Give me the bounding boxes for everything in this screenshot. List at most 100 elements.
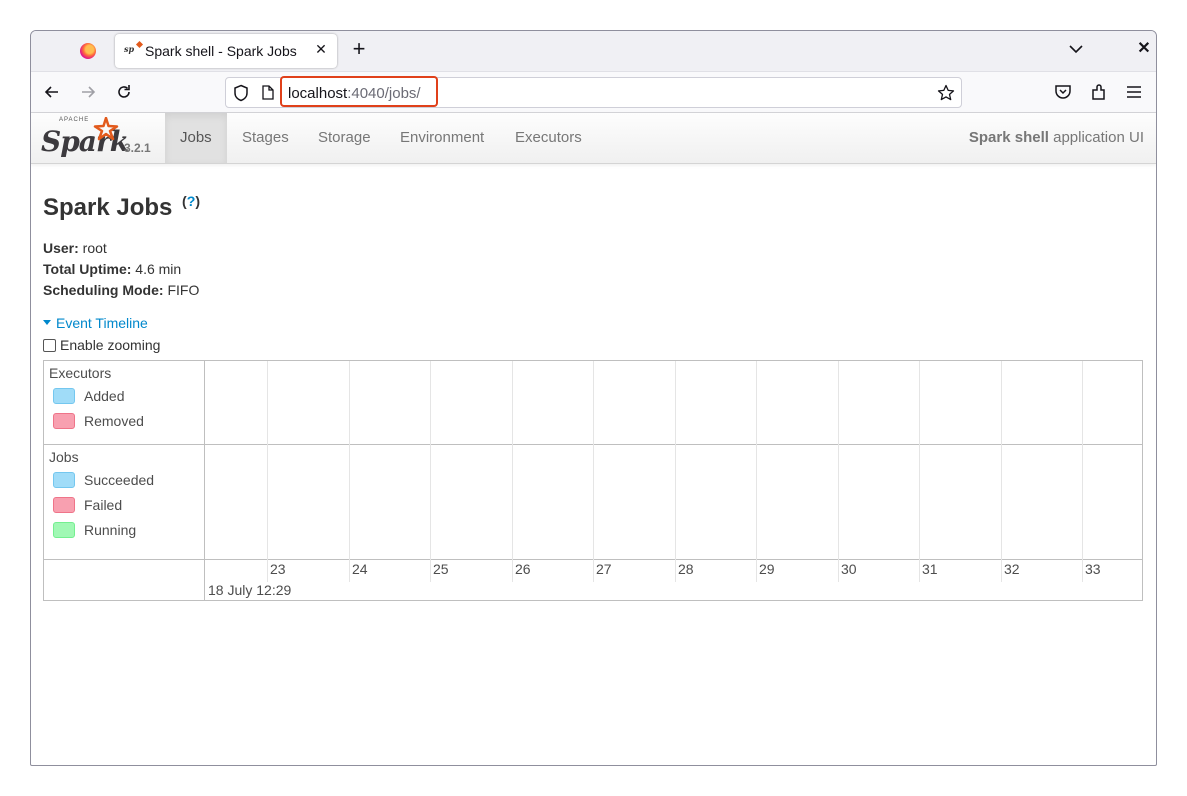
forward-arrow-icon[interactable] bbox=[78, 82, 98, 102]
legend-succeeded: Succeeded bbox=[53, 472, 154, 488]
running-swatch bbox=[53, 522, 75, 538]
spark-version: 3.2.1 bbox=[124, 141, 151, 155]
summary-label: Total Uptime: bbox=[43, 261, 132, 277]
summary-value: 4.6 min bbox=[131, 261, 182, 277]
enable-zooming-checkbox[interactable] bbox=[43, 339, 56, 352]
time-tick-label: 32 bbox=[1004, 561, 1020, 577]
spark-star-icon bbox=[93, 117, 119, 141]
page-icon[interactable] bbox=[262, 85, 274, 100]
close-tab-icon[interactable]: ✕ bbox=[313, 41, 329, 57]
time-tick-label: 29 bbox=[759, 561, 775, 577]
help-tooltip[interactable]: (?) bbox=[182, 194, 200, 218]
tab-jobs[interactable]: Jobs bbox=[165, 113, 227, 163]
added-swatch bbox=[53, 388, 75, 404]
legend-failed: Failed bbox=[53, 497, 122, 513]
spark-logo[interactable]: APACHE Spark bbox=[41, 117, 129, 159]
url-bar[interactable]: localhost:4040/jobs/ bbox=[225, 76, 962, 108]
chevron-down-icon[interactable] bbox=[1068, 41, 1084, 57]
summary-label: User: bbox=[43, 240, 79, 256]
event-timeline-toggle[interactable]: Event Timeline bbox=[43, 315, 148, 331]
nav-toolbar: localhost:4040/jobs/ bbox=[31, 72, 1156, 113]
grid-line bbox=[512, 361, 513, 582]
timeline-grid[interactable]: 23 24 25 26 27 28 29 30 31 32 33 bbox=[205, 361, 1142, 582]
grid-line bbox=[349, 361, 350, 582]
application-title: Spark shell application UI bbox=[969, 113, 1144, 163]
succeeded-swatch bbox=[53, 472, 75, 488]
grid-line bbox=[1082, 361, 1083, 582]
legend-label: Failed bbox=[84, 497, 123, 513]
event-timeline: Executors Added Removed Jobs Succeeded F… bbox=[43, 360, 1143, 601]
browser-tab[interactable]: sp Spark shell - Spark Jobs ✕ bbox=[115, 34, 337, 68]
timeline-labels: Executors Added Removed Jobs Succeeded F… bbox=[44, 361, 205, 600]
legend-label: Removed bbox=[84, 413, 144, 429]
time-tick-label: 30 bbox=[841, 561, 857, 577]
timeline-date-label: 18 July 12:29 bbox=[208, 582, 292, 598]
firefox-icon[interactable] bbox=[80, 43, 96, 59]
enable-zooming-row[interactable]: Enable zooming bbox=[43, 337, 160, 353]
legend-running: Running bbox=[53, 522, 136, 538]
browser-window: sp Spark shell - Spark Jobs ✕ + ✕ localh… bbox=[30, 30, 1157, 766]
time-tick-label: 23 bbox=[270, 561, 286, 577]
time-tick-label: 25 bbox=[433, 561, 449, 577]
tab-executors[interactable]: Executors bbox=[500, 113, 597, 163]
summary-value: root bbox=[78, 240, 107, 256]
executors-title: Executors bbox=[49, 365, 112, 381]
shield-icon[interactable] bbox=[233, 84, 249, 102]
summary-user: User: root bbox=[43, 238, 199, 259]
legend-removed: Removed bbox=[53, 413, 144, 429]
time-tick-label: 24 bbox=[352, 561, 368, 577]
logo-apache-text: APACHE bbox=[59, 117, 90, 123]
url-text[interactable]: localhost:4040/jobs/ bbox=[288, 85, 421, 102]
tab-storage-label: Storage bbox=[318, 129, 371, 146]
legend-label: Added bbox=[84, 388, 125, 404]
summary-label: Scheduling Mode: bbox=[43, 282, 164, 298]
url-path: :4040/jobs/ bbox=[347, 85, 421, 102]
tab-environment-label: Environment bbox=[400, 129, 485, 146]
time-tick-label: 31 bbox=[922, 561, 938, 577]
bookmark-star-icon[interactable] bbox=[937, 84, 955, 102]
help-close-paren: ) bbox=[195, 194, 201, 210]
caret-down-icon bbox=[43, 320, 51, 325]
page-title: Spark Jobs bbox=[43, 194, 173, 221]
summary-uptime: Total Uptime: 4.6 min bbox=[43, 259, 199, 280]
close-window-icon[interactable]: ✕ bbox=[1136, 41, 1152, 57]
time-tick-label: 26 bbox=[515, 561, 531, 577]
grid-line bbox=[430, 361, 431, 582]
legend-label: Running bbox=[84, 522, 137, 538]
spark-navbar: APACHE Spark 3.2.1 Jobs Stages Storage E… bbox=[31, 113, 1156, 164]
reload-icon[interactable] bbox=[114, 82, 134, 102]
time-tick-label: 28 bbox=[678, 561, 694, 577]
grid-line bbox=[919, 361, 920, 582]
removed-swatch bbox=[53, 413, 75, 429]
jobs-title: Jobs bbox=[49, 449, 79, 465]
extensions-icon[interactable] bbox=[1089, 82, 1109, 102]
tab-stages-label: Stages bbox=[242, 129, 289, 146]
menu-icon[interactable] bbox=[1124, 82, 1144, 102]
app-name: Spark shell bbox=[968, 129, 1049, 146]
grid-line bbox=[838, 361, 839, 582]
tab-environment[interactable]: Environment bbox=[385, 113, 499, 163]
tab-storage[interactable]: Storage bbox=[303, 113, 386, 163]
pocket-icon[interactable] bbox=[1053, 82, 1073, 102]
tab-jobs-label: Jobs bbox=[180, 129, 212, 146]
grid-line bbox=[1001, 361, 1002, 582]
spark-favicon-icon: sp bbox=[124, 44, 142, 58]
summary-value: FIFO bbox=[163, 282, 200, 298]
failed-swatch bbox=[53, 497, 75, 513]
tab-strip: sp Spark shell - Spark Jobs ✕ + ✕ bbox=[31, 31, 1156, 72]
url-host: localhost bbox=[288, 85, 348, 102]
tab-stages[interactable]: Stages bbox=[227, 113, 304, 163]
time-tick-label: 27 bbox=[596, 561, 612, 577]
event-timeline-label: Event Timeline bbox=[56, 315, 148, 331]
time-tick-label: 33 bbox=[1085, 561, 1101, 577]
back-arrow-icon[interactable] bbox=[42, 82, 62, 102]
tab-title: Spark shell - Spark Jobs bbox=[145, 43, 297, 59]
legend-added: Added bbox=[53, 388, 124, 404]
summary-scheduling-mode: Scheduling Mode: FIFO bbox=[43, 280, 199, 301]
tab-executors-label: Executors bbox=[515, 129, 582, 146]
grid-line bbox=[675, 361, 676, 582]
enable-zooming-label: Enable zooming bbox=[60, 337, 161, 353]
grid-line bbox=[267, 361, 268, 582]
app-suffix: application UI bbox=[1048, 129, 1144, 146]
new-tab-icon[interactable]: + bbox=[348, 38, 370, 61]
